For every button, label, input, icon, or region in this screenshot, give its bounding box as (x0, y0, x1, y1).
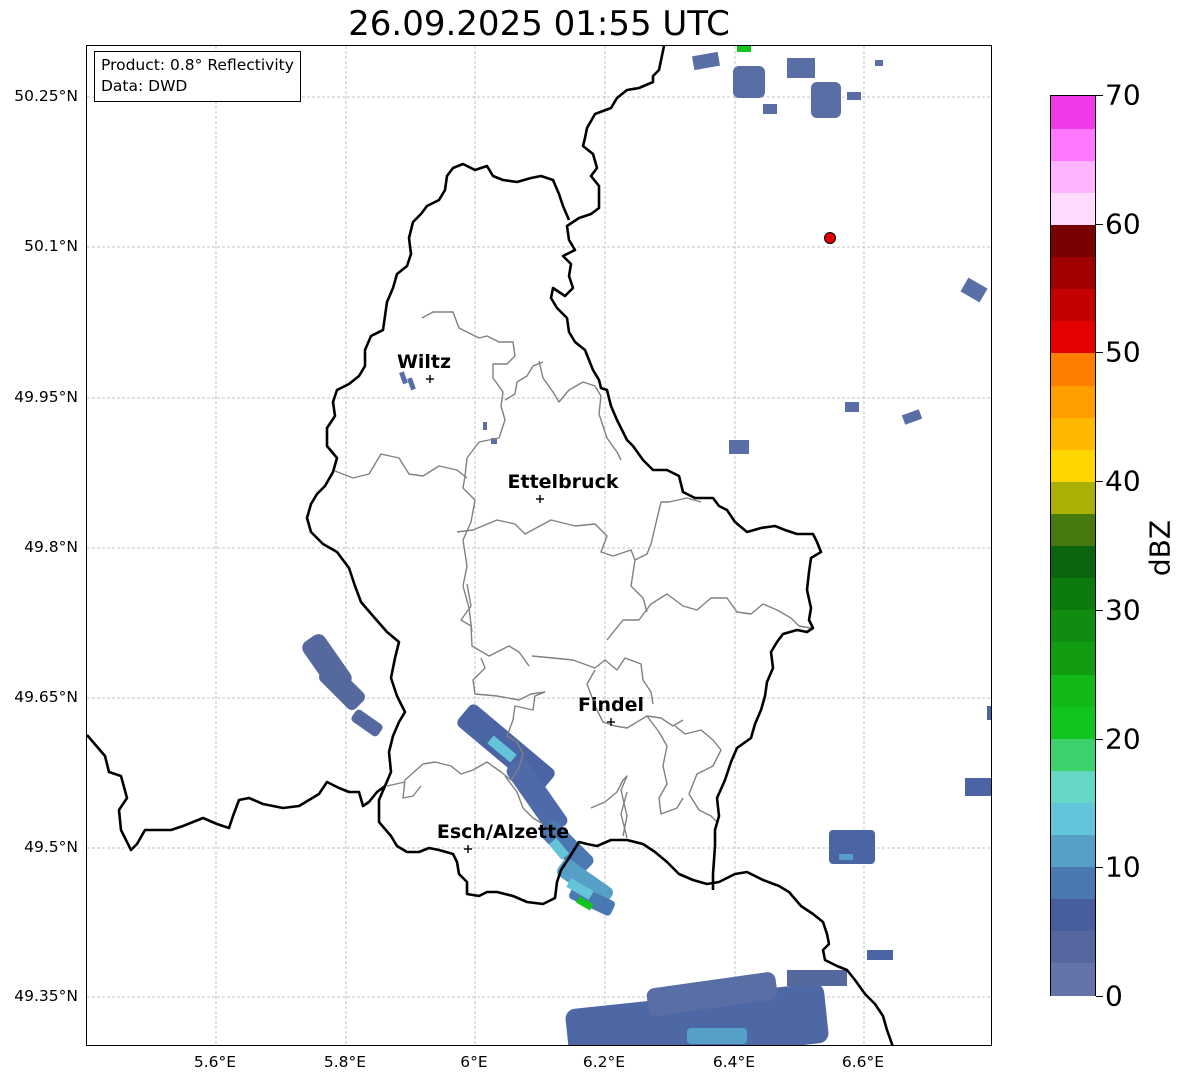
radar-site-marker[interactable] (824, 232, 836, 244)
lat-label: 49.35°N (14, 987, 78, 1005)
lon-label: 6.4°E (712, 1053, 756, 1071)
colorbar-segment (1051, 802, 1095, 836)
map-title: 26.09.2025 01:55 UTC (348, 4, 730, 44)
colorbar-segment (1051, 160, 1095, 193)
colorbar-tick (1096, 996, 1103, 997)
colorbar-segment (1051, 738, 1095, 771)
colorbar-tick-label: 70 (1105, 78, 1141, 112)
lat-label: 50.1°N (24, 237, 78, 255)
lon-label: 6.6°E (841, 1053, 885, 1071)
product-info-box: Product: 0.8° Reflectivity Data: DWD (94, 51, 301, 102)
radar-echoes (302, 46, 991, 1045)
city-marker-esch (464, 845, 472, 853)
country-borders (87, 46, 894, 1045)
colorbar-segment (1051, 513, 1095, 547)
colorbar-segment (1051, 706, 1095, 739)
city-marker-findel (607, 718, 615, 726)
colorbar-tick (1096, 867, 1103, 869)
lon-label: 6°E (460, 1053, 488, 1071)
gridlines (87, 46, 991, 1045)
data-source-text: Data: DWD (101, 77, 188, 95)
colorbar-tick-label: 60 (1105, 207, 1141, 241)
colorbar-segment (1051, 641, 1095, 675)
city-label-ettelbruck: Ettelbruck (507, 471, 619, 493)
colorbar-tick (1096, 738, 1103, 740)
city-marker-wiltz (426, 375, 434, 383)
colorbar-segment (1051, 288, 1095, 322)
colorbar-segment (1051, 577, 1095, 611)
lon-label: 5.6°E (193, 1053, 237, 1071)
colorbar-segment (1051, 352, 1095, 386)
colorbar-tick-label: 40 (1105, 464, 1141, 498)
colorbar (1050, 95, 1096, 996)
colorbar-segment (1051, 898, 1095, 932)
colorbar-segment (1051, 256, 1095, 290)
colorbar-segment (1051, 384, 1095, 418)
lat-label: 49.8°N (24, 538, 78, 556)
lon-label: 6.2°E (582, 1053, 626, 1071)
colorbar-segment (1051, 770, 1095, 803)
colorbar-tick-label: 0 (1105, 979, 1123, 1013)
map-panel[interactable] (86, 45, 992, 1046)
colorbar-segment (1051, 609, 1095, 643)
lat-label: 50.25°N (14, 87, 78, 105)
colorbar-segment (1051, 417, 1095, 450)
lat-label: 49.65°N (14, 688, 78, 706)
colorbar-segment (1051, 962, 1095, 996)
colorbar-tick-label: 10 (1105, 850, 1141, 884)
colorbar-segment (1051, 320, 1095, 354)
colorbar-tick (1096, 481, 1103, 483)
city-label-esch: Esch/Alzette (436, 821, 570, 843)
colorbar-segment (1051, 96, 1095, 129)
colorbar-segment (1051, 930, 1095, 964)
colorbar-segment (1051, 673, 1095, 707)
colorbar-tick-label: 20 (1105, 722, 1141, 756)
city-label-findel: Findel (577, 694, 645, 716)
colorbar-tick (1096, 95, 1103, 96)
colorbar-segment (1051, 128, 1095, 161)
canton-boundaries (334, 311, 812, 839)
lat-label: 49.5°N (24, 838, 78, 856)
lon-label: 5.8°E (323, 1053, 367, 1071)
colorbar-segment (1051, 481, 1095, 514)
colorbar-segment (1051, 866, 1095, 900)
colorbar-tick-label: 50 (1105, 335, 1141, 369)
lat-label: 49.95°N (14, 388, 78, 406)
colorbar-tick (1096, 223, 1103, 225)
product-text: Product: 0.8° Reflectivity (101, 56, 294, 74)
city-label-wiltz: Wiltz (396, 351, 452, 373)
colorbar-segment (1051, 834, 1095, 868)
colorbar-label: dBZ (1143, 519, 1177, 577)
colorbar-tick (1096, 352, 1103, 354)
colorbar-tick-label: 30 (1105, 593, 1141, 627)
colorbar-segment (1051, 449, 1095, 482)
city-marker-ettelbruck (536, 495, 544, 503)
radar-map (87, 46, 991, 1045)
colorbar-segment (1051, 545, 1095, 579)
colorbar-tick (1096, 609, 1103, 611)
colorbar-segment (1051, 224, 1095, 258)
colorbar-segment (1051, 192, 1095, 226)
